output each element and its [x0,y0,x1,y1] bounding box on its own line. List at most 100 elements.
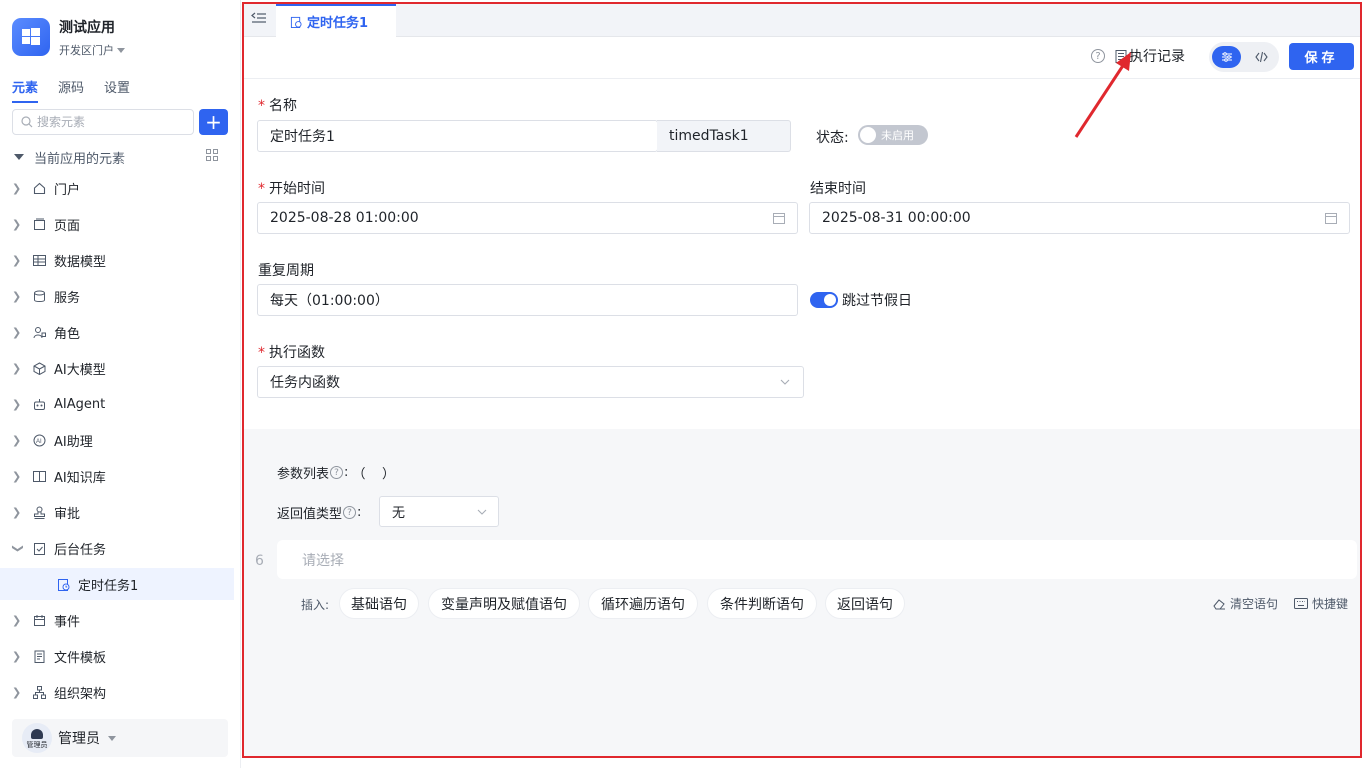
tab-source[interactable]: 源码 [58,77,84,103]
chevron-right-icon: ❯ [12,181,22,195]
locate-icon[interactable] [206,149,218,161]
page-icon [32,217,46,231]
name-input[interactable]: 定时任务1 [257,120,658,152]
start-time-input[interactable]: 2025-08-28 01:00:00 [257,202,798,234]
sidebar-item-label: 角色 [54,326,81,342]
chevron-right-icon: ❯ [12,217,22,231]
sidebar-item-timed-task-1[interactable]: 定时任务1 [0,568,234,600]
insert-label: 插入: [301,598,330,612]
search-input[interactable] [37,115,187,129]
help-icon[interactable]: ? [330,466,344,479]
chevron-right-icon: ❯ [12,397,22,411]
sidebar-item-data-model[interactable]: ❯ 数据模型 [0,244,234,276]
add-element-button[interactable]: + [199,109,228,135]
keyboard-icon [1294,598,1308,609]
return-type-label: 返回值类型 [277,507,343,522]
tab-elements[interactable]: 元素 [12,77,39,103]
sidebar-tabs: 元素 源码 设置 [12,77,130,103]
save-button[interactable]: 保存 [1289,43,1354,70]
sidebar-item-file-template[interactable]: ❯ 文件模板 [0,640,234,672]
home-icon [32,181,46,195]
help-icon[interactable]: ? [343,506,357,519]
return-type-select[interactable]: 无 [379,496,499,527]
clear-statements-button[interactable]: 清空语句 [1213,595,1278,612]
robot-icon [32,397,46,411]
sidebar-item-background-task[interactable]: ❯ 后台任务 [0,532,234,564]
chevron-right-icon: ❯ [12,361,22,375]
sidebar-item-label: 数据模型 [54,254,107,270]
timed-task-icon [290,16,302,28]
view-mode-switch [1209,42,1279,72]
search-box [12,109,194,135]
sidebar-item-event[interactable]: ❯ 事件 [0,604,234,636]
end-time-label: 结束时间 [810,181,866,197]
app-logo-icon [12,18,50,56]
insert-basic-statement-button[interactable]: 基础语句 [339,588,419,619]
sidebar-item-service[interactable]: ❯ 服务 [0,280,234,312]
insert-variable-statement-button[interactable]: 变量声明及赋值语句 [428,588,580,619]
chevron-down-icon: ❯ [11,543,25,553]
func-select[interactable]: 任务内函数 [257,366,804,398]
shortcut-button[interactable]: 快捷键 [1294,595,1348,612]
sidebar-item-page[interactable]: ❯ 页面 [0,208,234,240]
sidebar-item-approval[interactable]: ❯ 审批 [0,496,234,528]
sidebar-item-org-chart[interactable]: ❯ 组织架构 [0,676,234,708]
sidebar-item-label: 审批 [54,506,81,522]
skip-holiday-label: 跳过节假日 [842,293,912,309]
app-name: 测试应用 [59,20,115,36]
return-type-row: 返回值类型 ? : [277,505,362,522]
sidebar-item-ai-agent[interactable]: ❯ AIAgent [0,388,234,420]
start-time-label: * 开始时间 [258,178,325,198]
code-icon [1255,51,1268,63]
chevron-down-icon [477,509,487,515]
portal-select[interactable]: 开发区门户 [59,42,125,58]
sidebar-item-role[interactable]: ❯ 角色 [0,316,234,348]
repeat-input[interactable]: 每天（01:00:00） [257,284,798,316]
insert-condition-statement-button[interactable]: 条件判断语句 [707,588,817,619]
sidebar-item-portal[interactable]: ❯ 门户 [0,172,234,204]
chevron-right-icon: ❯ [12,469,22,483]
tree-root[interactable]: 当前应用的元素 [12,147,228,167]
statement-select[interactable]: 请选择 [277,540,1357,579]
visual-mode-button[interactable] [1212,46,1241,68]
repeat-label: 重复周期 [258,263,314,279]
sidebar: 测试应用 开发区门户 元素 源码 设置 + 当前应用的元素 ❯ 门户 ❯ [0,0,241,768]
role-icon [32,325,46,339]
end-time-value: 2025-08-31 00:00:00 [822,210,971,226]
insert-return-statement-button[interactable]: 返回语句 [825,588,905,619]
toggle-knob [860,127,876,143]
app-root: 测试应用 开发区门户 元素 源码 设置 + 当前应用的元素 ❯ 门户 ❯ [0,0,1366,768]
exec-record-label: 执行记录 [1129,49,1185,65]
insert-loop-statement-button[interactable]: 循环遍历语句 [588,588,698,619]
sidebar-item-label: 组织架构 [54,686,107,702]
toolbar: ? 执行记录 保存 [244,37,1360,79]
user-name: 管理员 [58,731,100,747]
collapse-sidebar-icon[interactable] [250,10,268,26]
skip-holiday-toggle[interactable] [810,292,838,308]
sidebar-item-ai-model[interactable]: ❯ AI大模型 [0,352,234,384]
portal-label: 开发区门户 [59,44,114,57]
org-chart-icon [32,685,46,699]
triangle-down-icon [14,154,24,160]
user-menu[interactable]: 管理员 管理员 [12,719,228,757]
sidebar-item-ai-knowledge[interactable]: ❯ AI知识库 [0,460,234,492]
function-editor: 参数列表 ? : （ ） 返回值类型 ? : 无 6 请选择 插入: 基础语句 … [244,429,1360,756]
chevron-down-icon [780,379,790,385]
tree-root-label: 当前应用的元素 [34,151,126,167]
name-code-input[interactable]: timedTask1 [657,120,791,152]
tab-settings[interactable]: 设置 [104,77,130,103]
params-row: 参数列表 ? : （ ） [277,465,396,482]
chevron-right-icon: ❯ [12,505,22,519]
end-time-input[interactable]: 2025-08-31 00:00:00 [809,202,1350,234]
svg-text:AI: AI [36,439,42,445]
name-label-text: 名称 [269,98,297,114]
eraser-icon [1213,598,1225,609]
search-icon [21,116,33,128]
sidebar-item-label: AI大模型 [54,362,106,378]
sidebar-item-ai-assistant[interactable]: ❯ AI AI助理 [0,424,234,456]
code-mode-button[interactable] [1247,46,1276,68]
database-icon [32,289,46,303]
required-mark: * [258,345,265,361]
status-toggle[interactable]: 未启用 [858,125,928,145]
tab-timed-task-1[interactable]: 定时任务1 [276,4,397,37]
